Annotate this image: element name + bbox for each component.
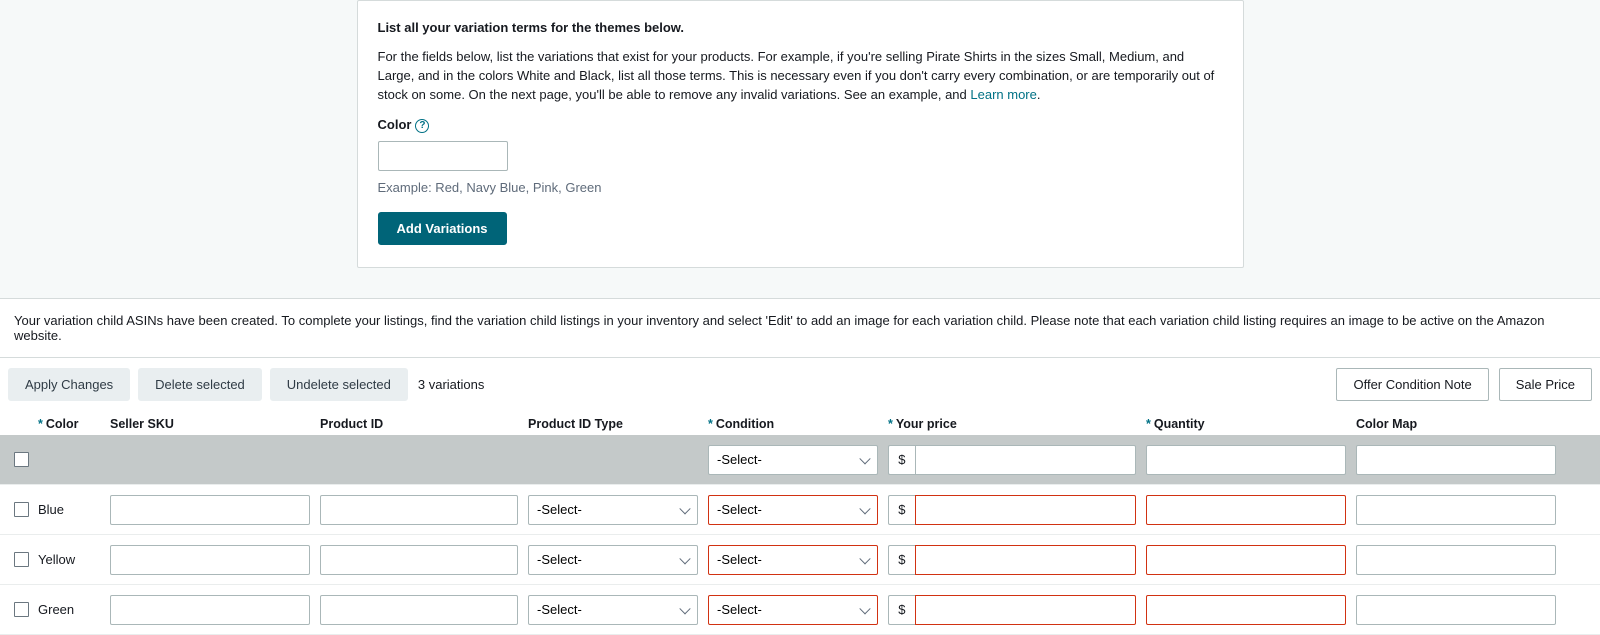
variation-terms-panel: List all your variation terms for the th… — [357, 0, 1244, 268]
condition-select[interactable]: -Select- — [708, 595, 878, 625]
undelete-selected-button[interactable]: Undelete selected — [270, 368, 408, 401]
table-row: Yellow -Select- -Select- $ — [0, 535, 1600, 585]
product-id-input[interactable] — [320, 545, 518, 575]
currency-prefix: $ — [888, 545, 915, 575]
help-icon[interactable]: ? — [415, 119, 429, 133]
table-column-headers: *Color Seller SKU Product ID Product ID … — [0, 411, 1600, 435]
table-row: Blue -Select- -Select- $ — [0, 485, 1600, 535]
color-map-input[interactable] — [1356, 595, 1556, 625]
row-checkbox[interactable] — [14, 552, 29, 567]
bulk-quantity-input[interactable] — [1146, 445, 1346, 475]
color-example: Example: Red, Navy Blue, Pink, Green — [378, 179, 1223, 198]
currency-prefix: $ — [888, 495, 915, 525]
panel-heading: List all your variation terms for the th… — [378, 19, 1223, 38]
color-map-input[interactable] — [1356, 495, 1556, 525]
price-input[interactable] — [915, 495, 1136, 525]
learn-more-link[interactable]: Learn more — [970, 87, 1036, 102]
color-input[interactable] — [378, 141, 508, 171]
table-row: Green -Select- -Select- $ — [0, 585, 1600, 635]
condition-select[interactable]: -Select- — [708, 545, 878, 575]
color-label: Color ? — [378, 116, 430, 135]
col-product-id: Product ID — [320, 417, 528, 431]
apply-changes-button[interactable]: Apply Changes — [8, 368, 130, 401]
select-all-checkbox[interactable] — [14, 452, 29, 467]
quantity-input[interactable] — [1146, 545, 1346, 575]
product-id-input[interactable] — [320, 595, 518, 625]
row-color-label: Blue — [38, 502, 110, 517]
color-map-input[interactable] — [1356, 545, 1556, 575]
col-color-map: Color Map — [1356, 417, 1566, 431]
quantity-input[interactable] — [1146, 495, 1346, 525]
bulk-condition-select[interactable]: -Select- — [708, 445, 878, 475]
product-id-type-select[interactable]: -Select- — [528, 595, 698, 625]
condition-select[interactable]: -Select- — [708, 495, 878, 525]
col-sku: Seller SKU — [110, 417, 320, 431]
variation-count: 3 variations — [418, 377, 484, 392]
row-checkbox[interactable] — [14, 502, 29, 517]
panel-body: For the fields below, list the variation… — [378, 48, 1223, 105]
product-id-type-select[interactable]: -Select- — [528, 545, 698, 575]
seller-sku-input[interactable] — [110, 495, 310, 525]
seller-sku-input[interactable] — [110, 545, 310, 575]
info-bar: Your variation child ASINs have been cre… — [0, 298, 1600, 358]
add-variations-button[interactable]: Add Variations — [378, 212, 507, 245]
quantity-input[interactable] — [1146, 595, 1346, 625]
product-id-input[interactable] — [320, 495, 518, 525]
row-checkbox[interactable] — [14, 602, 29, 617]
col-price: Your price — [896, 417, 957, 431]
variations-toolbar: Apply Changes Delete selected Undelete s… — [0, 358, 1600, 411]
bulk-price-input[interactable] — [915, 445, 1136, 475]
price-input[interactable] — [915, 595, 1136, 625]
price-input[interactable] — [915, 545, 1136, 575]
col-condition: Condition — [716, 417, 774, 431]
col-color: Color — [46, 417, 79, 431]
bulk-edit-row: -Select- $ — [0, 435, 1600, 485]
col-product-id-type: Product ID Type — [528, 417, 708, 431]
row-color-label: Green — [38, 602, 110, 617]
row-color-label: Yellow — [38, 552, 110, 567]
col-quantity: Quantity — [1154, 417, 1205, 431]
currency-prefix: $ — [888, 595, 915, 625]
product-id-type-select[interactable]: -Select- — [528, 495, 698, 525]
currency-prefix: $ — [888, 445, 915, 475]
bulk-color-map-input[interactable] — [1356, 445, 1556, 475]
sale-price-button[interactable]: Sale Price — [1499, 368, 1592, 401]
offer-condition-note-button[interactable]: Offer Condition Note — [1336, 368, 1488, 401]
seller-sku-input[interactable] — [110, 595, 310, 625]
delete-selected-button[interactable]: Delete selected — [138, 368, 262, 401]
